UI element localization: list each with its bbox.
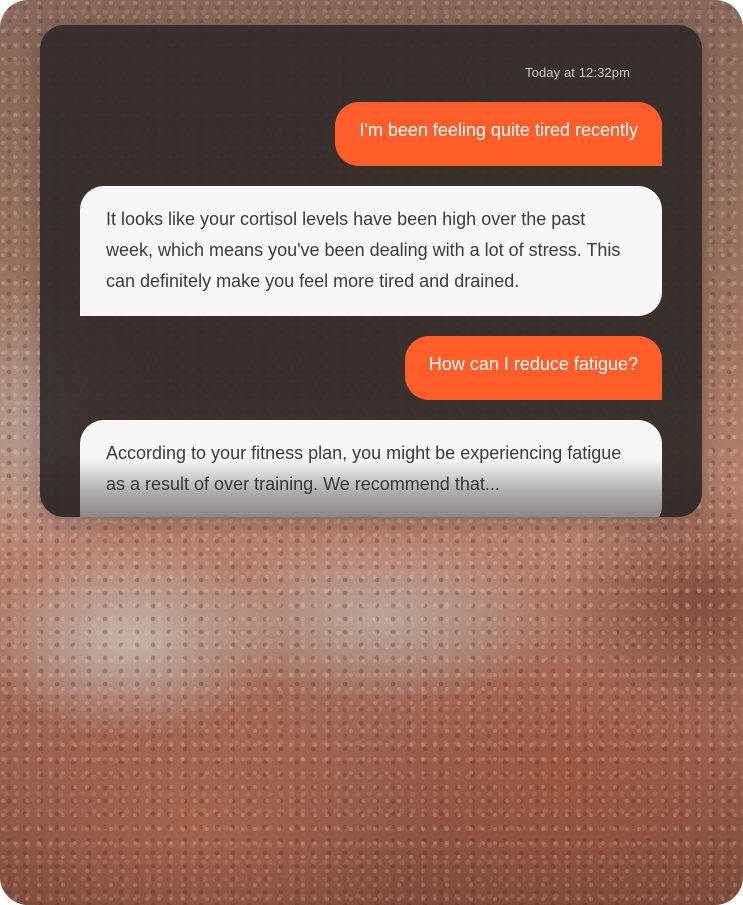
user-message-bubble: I'm been feeling quite tired recently (335, 102, 662, 166)
chat-panel[interactable]: Today at 12:32pm I'm been feeling quite … (40, 25, 702, 517)
assistant-message-bubble: According to your fitness plan, you migh… (80, 420, 662, 517)
user-message-bubble: How can I reduce fatigue? (404, 336, 662, 400)
chat-timestamp: Today at 12:32pm (525, 65, 630, 80)
assistant-message-bubble: It looks like your cortisol levels have … (80, 186, 662, 316)
